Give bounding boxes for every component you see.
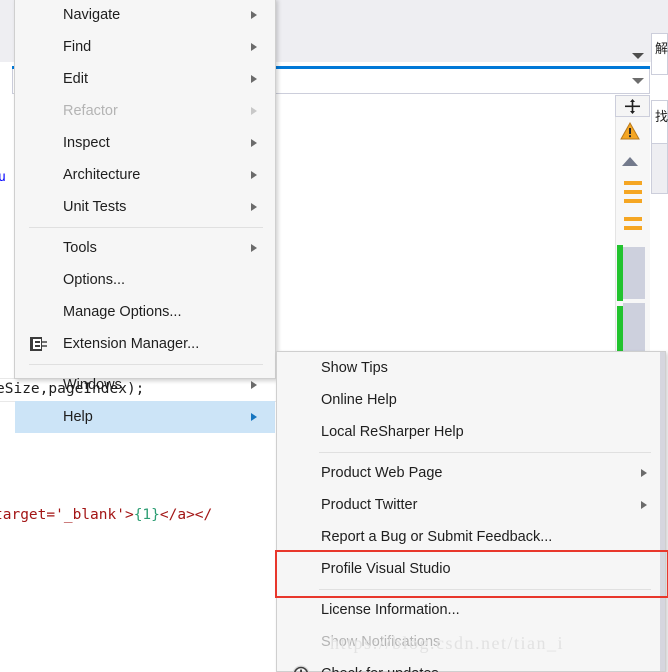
margin-marker — [624, 226, 642, 230]
menu-item-label: Edit — [63, 71, 88, 87]
menu-item-label: Refactor — [63, 103, 118, 119]
menu-item-label: Report a Bug or Submit Feedback... — [321, 529, 553, 545]
menu-item-label: Unit Tests — [63, 199, 127, 215]
menu-item-label: Local ReSharper Help — [321, 424, 464, 440]
submenu-arrow-icon — [251, 244, 257, 252]
check-updates-icon — [291, 664, 311, 672]
menu-item-profile-visual-studio[interactable]: Profile Visual Studio — [277, 553, 665, 585]
menu-item-extension-manager[interactable]: Extension Manager... — [15, 328, 275, 360]
menu-item-label: Extension Manager... — [63, 336, 200, 352]
menu-item-label: Windows — [63, 377, 122, 393]
menu-item-label: Options... — [63, 272, 126, 288]
menu-item-find[interactable]: Find — [15, 31, 275, 63]
menu-item-unit-tests[interactable]: Unit Tests — [15, 191, 275, 223]
menu-item-label: Inspect — [63, 135, 110, 151]
margin-selection-block — [623, 247, 645, 299]
chevron-down-icon[interactable] — [632, 78, 644, 84]
warning-triangle-icon[interactable] — [620, 122, 640, 140]
menu-item-label: License Information... — [321, 602, 460, 618]
margin-marker — [624, 190, 642, 194]
tool-window-sliver[interactable] — [651, 144, 668, 194]
menu-item-label: Show Tips — [321, 360, 388, 376]
menu-separator — [319, 452, 651, 453]
margin-marker — [624, 217, 642, 221]
menu-item-architecture[interactable]: Architecture — [15, 159, 275, 191]
resharper-main-menu[interactable]: Navigate Find Edit Refactor Inspect Arch… — [14, 0, 276, 433]
menu-item-label: Product Twitter — [321, 497, 418, 513]
menu-separator — [29, 364, 263, 365]
menu-item-label: Tools — [63, 240, 97, 256]
menu-item-tools[interactable]: Tools — [15, 232, 275, 264]
menu-separator — [319, 589, 651, 590]
menu-item-navigate[interactable]: Navigate — [15, 0, 275, 31]
menu-item-label: Online Help — [321, 392, 397, 408]
menu-item-manage-options[interactable]: Manage Options... — [15, 296, 275, 328]
menu-item-check-for-updates[interactable]: Check for updates... — [277, 658, 665, 672]
submenu-arrow-icon — [251, 43, 257, 51]
menu-item-label: Manage Options... — [63, 304, 182, 320]
margin-marker — [624, 199, 642, 203]
menu-separator — [29, 227, 263, 228]
menu-item-show-tips[interactable]: Show Tips — [277, 352, 665, 384]
menu-item-label: Help — [63, 409, 93, 425]
menu-item-online-help[interactable]: Online Help — [277, 384, 665, 416]
menu-item-label: Check for updates... — [321, 666, 451, 672]
resharper-help-submenu[interactable]: Show Tips Online Help Local ReSharper He… — [276, 351, 666, 672]
submenu-arrow-icon — [251, 11, 257, 19]
menu-item-label: Find — [63, 39, 92, 55]
margin-marker — [624, 181, 642, 185]
menu-item-product-twitter[interactable]: Product Twitter — [277, 489, 665, 521]
code-fragment: u — [0, 170, 6, 185]
screenshot-root: 解 找 eSize,pageIndex); target='_blank'>{1… — [0, 0, 668, 672]
menu-item-label: Show Notifications — [321, 634, 441, 650]
menu-item-label: Architecture — [63, 167, 141, 183]
menu-item-help[interactable]: Help — [15, 401, 275, 433]
code-line: target='_blank'>{1}</a></ — [0, 507, 213, 523]
submenu-arrow-icon — [251, 413, 257, 421]
menu-item-edit[interactable]: Edit — [15, 63, 275, 95]
menu-item-windows[interactable]: Windows — [15, 369, 275, 401]
margin-change-marker — [617, 245, 623, 301]
menu-item-report-bug[interactable]: Report a Bug or Submit Feedback... — [277, 521, 665, 553]
submenu-arrow-icon — [251, 381, 257, 389]
extension-manager-icon — [29, 334, 49, 354]
split-editor-button[interactable] — [615, 95, 650, 117]
menu-item-inspect[interactable]: Inspect — [15, 127, 275, 159]
menu-item-show-notifications: Show Notifications — [277, 626, 665, 658]
split-editor-icon — [625, 98, 640, 114]
margin-selection-block — [623, 303, 645, 353]
submenu-arrow-icon — [251, 75, 257, 83]
menu-item-label: Navigate — [63, 7, 121, 23]
menu-item-refactor: Refactor — [15, 95, 275, 127]
submenu-arrow-icon — [251, 171, 257, 179]
tool-window-label-clipped: 找 — [655, 110, 668, 125]
scroll-up-arrow-icon[interactable] — [622, 157, 638, 166]
menu-item-product-web-page[interactable]: Product Web Page — [277, 457, 665, 489]
submenu-arrow-icon — [641, 501, 647, 509]
submenu-arrow-icon — [251, 203, 257, 211]
menu-item-label: Product Web Page — [321, 465, 443, 481]
menu-item-label: Profile Visual Studio — [321, 561, 451, 577]
menu-item-options[interactable]: Options... — [15, 264, 275, 296]
submenu-arrow-icon — [251, 139, 257, 147]
submenu-arrow-icon — [251, 107, 257, 115]
tool-window-label-clipped: 解 — [655, 42, 668, 57]
submenu-arrow-icon — [641, 469, 647, 477]
menu-item-local-resharper-help[interactable]: Local ReSharper Help — [277, 416, 665, 448]
menu-item-license-information[interactable]: License Information... — [277, 594, 665, 626]
chevron-down-icon[interactable] — [632, 53, 644, 59]
